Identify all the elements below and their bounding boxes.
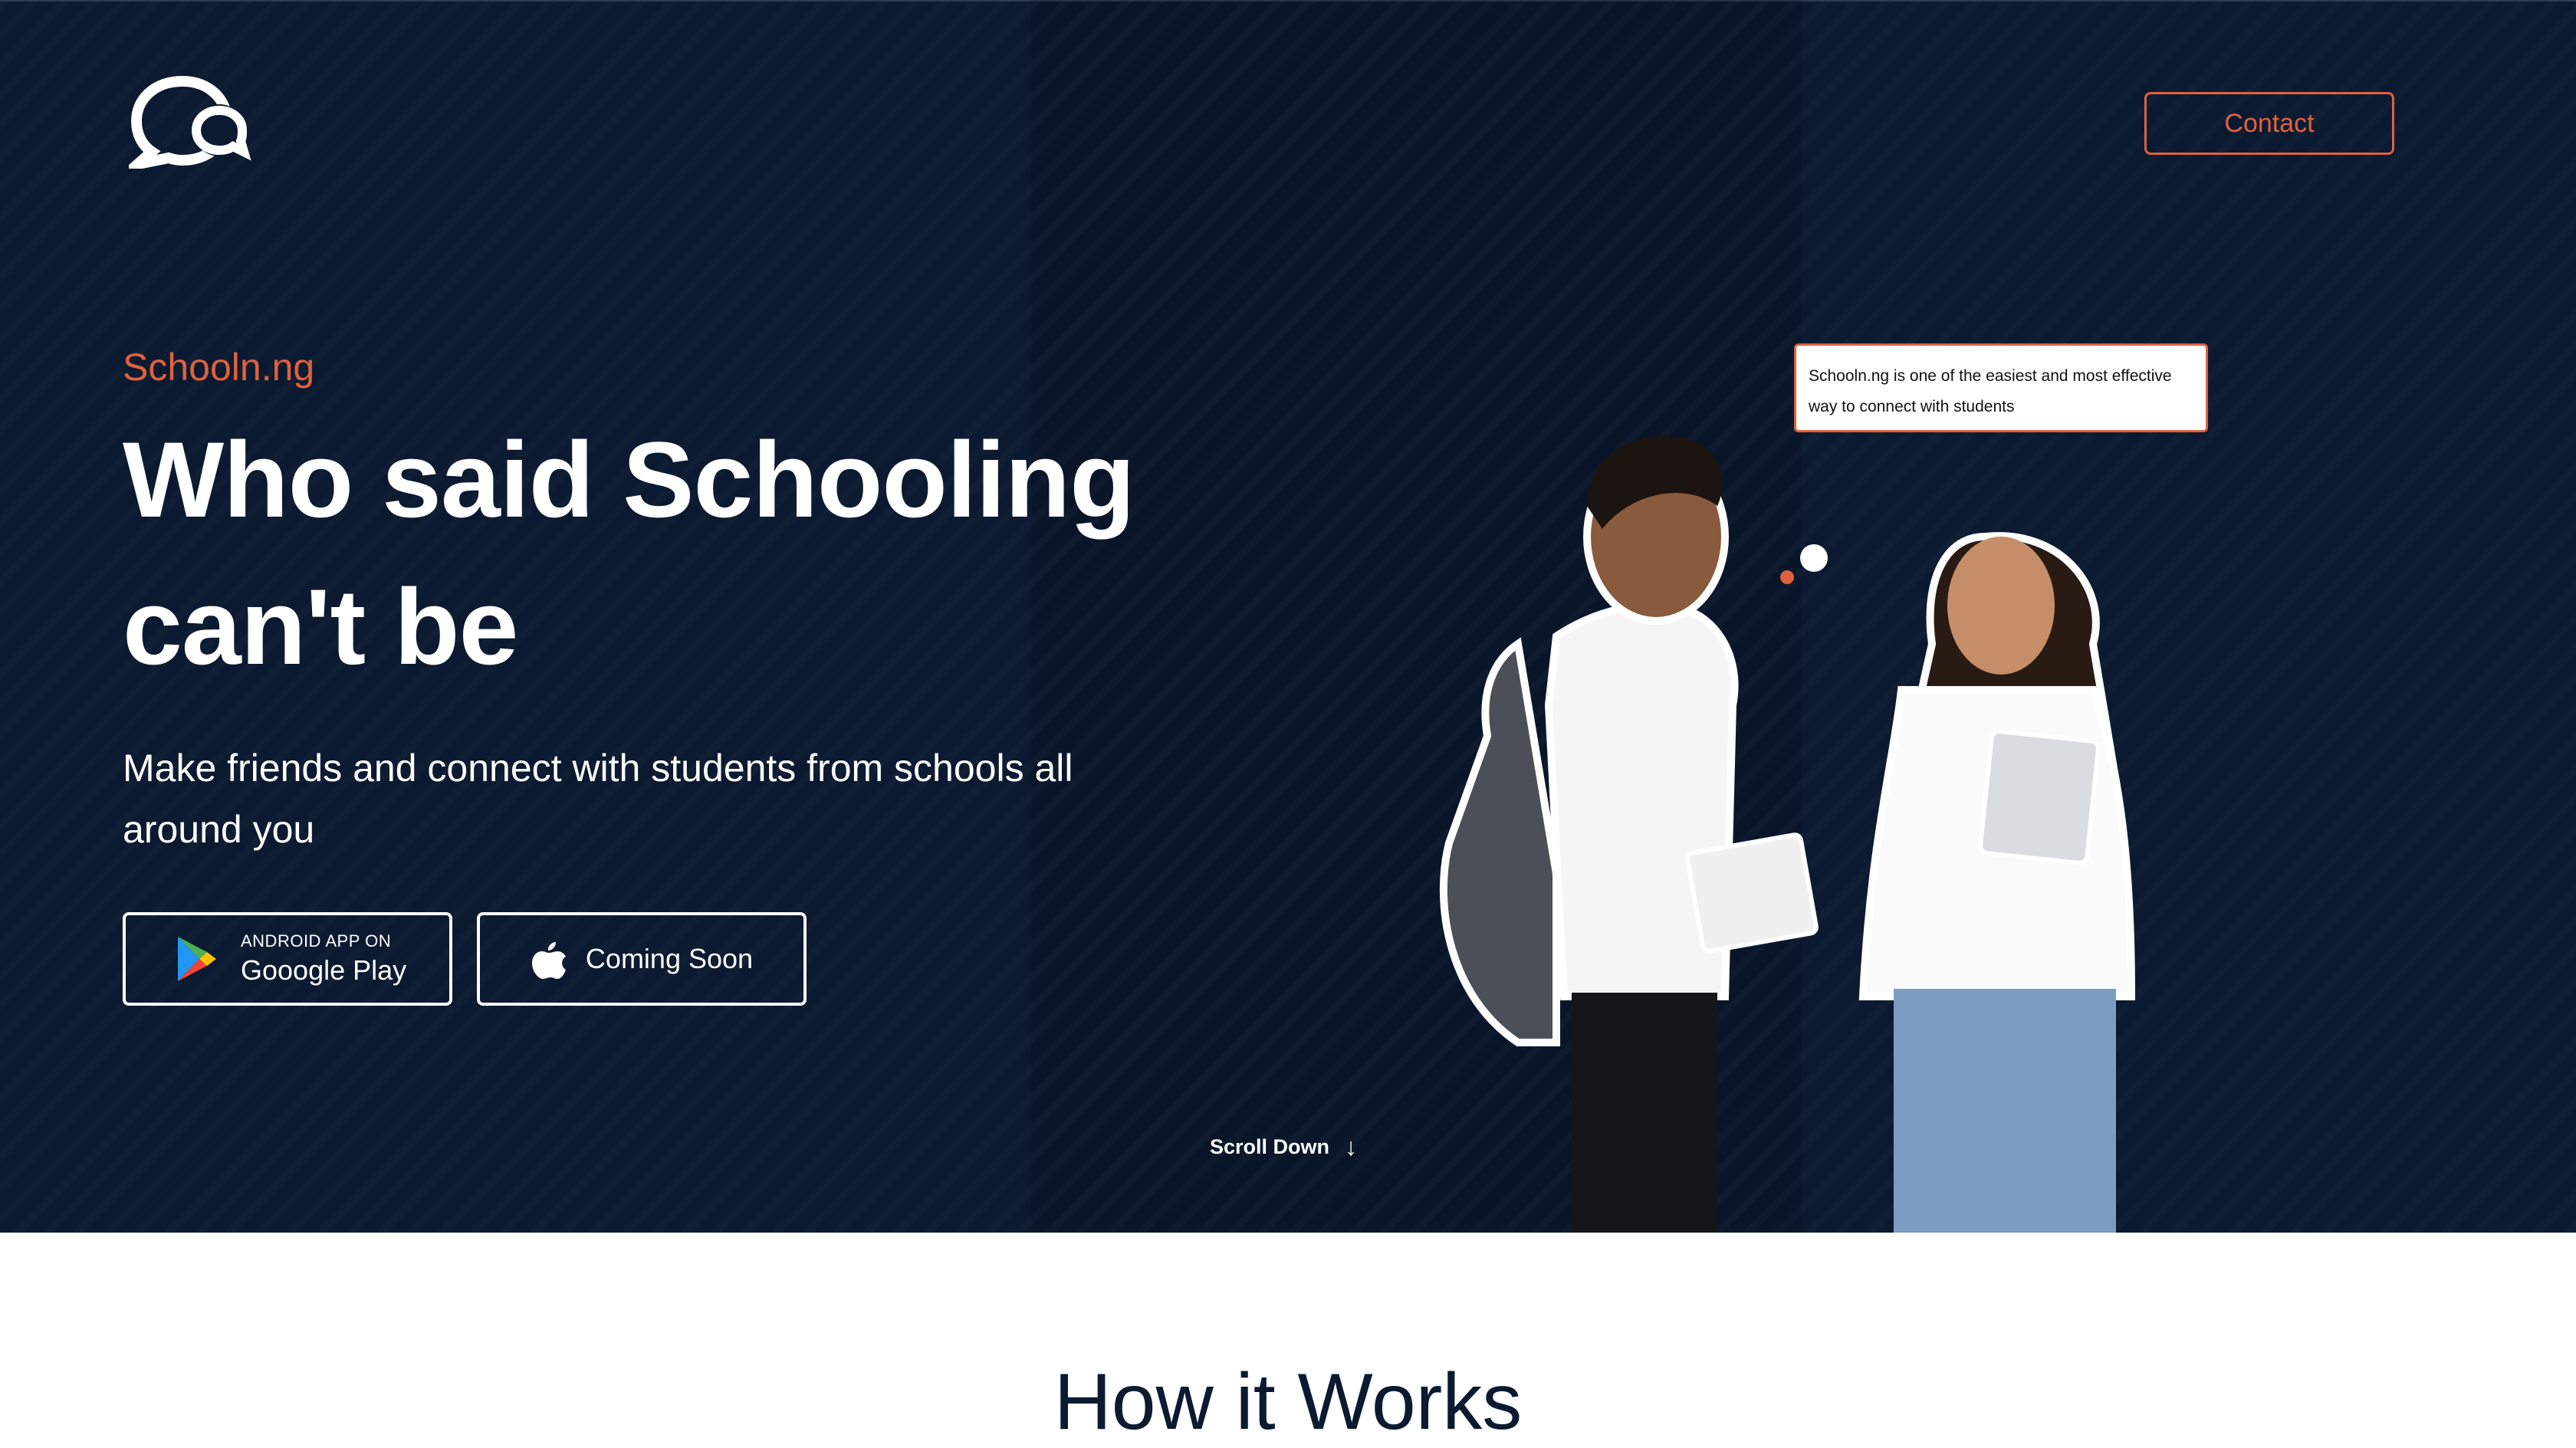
brand-label: Schooln.ng [123, 346, 315, 389]
scroll-down-link[interactable]: Scroll Down ↓ [1210, 1133, 1357, 1161]
thought-dot-small [1780, 570, 1794, 584]
thought-dot-large [1800, 544, 1828, 572]
google-play-button[interactable]: ANDROID APP ON Gooogle Play [123, 912, 452, 1006]
hero-headline: Who said Schooling can't be [123, 406, 1273, 701]
headline-line-2: can't be [123, 566, 518, 687]
android-small-label: ANDROID APP ON [241, 931, 392, 951]
google-play-icon [178, 937, 216, 981]
how-it-works-title: How it Works [1053, 1358, 1523, 1446]
hero-section: Contact Schooln.ng Who said Schooling ca… [0, 0, 2576, 1233]
student-girl-figure [1858, 532, 2136, 1233]
scroll-down-label: Scroll Down [1210, 1135, 1330, 1158]
headline-line-1: Who said Schooling [123, 419, 1135, 540]
chat-bubbles-logo[interactable] [129, 74, 251, 169]
arrow-down-icon: ↓ [1345, 1133, 1358, 1161]
ios-label: Coming Soon [585, 943, 754, 974]
app-store-button[interactable]: Coming Soon [477, 912, 807, 1006]
hero-subtext: Make friends and connect with students f… [123, 747, 1073, 851]
students-illustration [1439, 435, 2136, 1233]
apple-icon [531, 942, 566, 979]
info-tooltip: Schooln.ng is one of the easiest and mos… [1794, 343, 2208, 432]
student-boy-figure [1439, 435, 1819, 1233]
contact-button[interactable]: Contact [2144, 92, 2394, 155]
android-big-label: Gooogle Play [241, 954, 407, 986]
